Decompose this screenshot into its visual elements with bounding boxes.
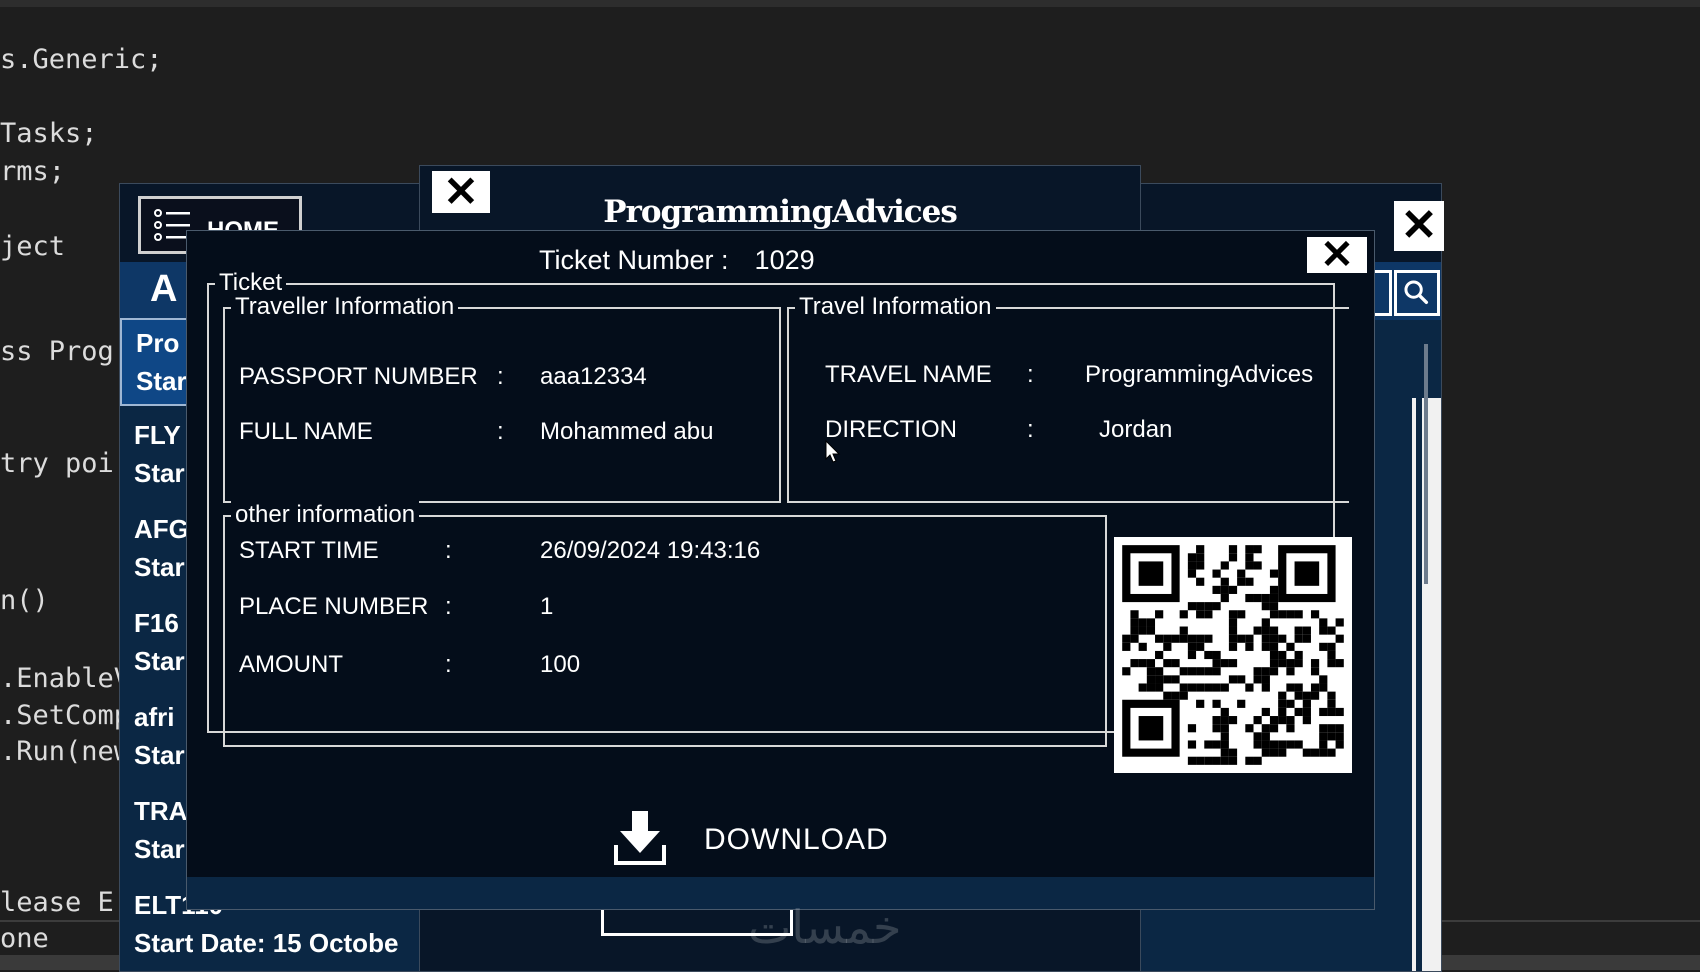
other-info-title: other information xyxy=(231,501,420,529)
mid-window-title: ProgrammingAdvices xyxy=(603,194,958,230)
ticket-number-label: Ticket Number : xyxy=(539,245,729,275)
code-line: ject xyxy=(0,231,66,262)
flight-item-start: Star xyxy=(134,834,185,864)
full-name-label: FULL NAME xyxy=(239,418,373,445)
place-number-label: PLACE NUMBER xyxy=(239,593,429,620)
code-line: .EnableV xyxy=(0,663,131,694)
watermark-text: خمسات xyxy=(748,900,902,954)
full-name-value: Mohammed abu xyxy=(540,418,714,445)
search-icon xyxy=(1404,280,1429,305)
flight-item-start: Star xyxy=(134,458,185,488)
travel-info-title: Travel Information xyxy=(795,293,996,321)
flight-item-title: Pro xyxy=(136,328,180,358)
flight-item-start: Star xyxy=(136,366,187,396)
full-name-colon: : xyxy=(497,418,504,445)
travel-name-colon: : xyxy=(1027,361,1034,388)
amount-value: 100 xyxy=(540,651,581,678)
ticket-number-header: Ticket Number : 1029 xyxy=(539,245,815,276)
search-button[interactable] xyxy=(1394,270,1440,316)
travel-info-group: Travel Information TRAVEL NAME : Program… xyxy=(787,293,1349,503)
mouse-cursor-icon xyxy=(825,440,841,463)
start-time-label: START TIME xyxy=(239,537,379,564)
direction-value: Jordan xyxy=(1099,416,1173,443)
traveller-info-title: Traveller Information xyxy=(231,293,459,321)
code-line: Tasks; xyxy=(0,118,98,149)
direction-colon: : xyxy=(1027,416,1034,443)
download-label: DOWNLOAD xyxy=(704,823,889,856)
start-time-colon: : xyxy=(445,537,452,564)
editor-top-bar xyxy=(0,0,1700,7)
direction-label: DIRECTION xyxy=(825,416,957,443)
list-title-fragment: A xyxy=(150,268,178,310)
other-info-group: other information START TIME : 26/09/202… xyxy=(223,501,1107,747)
flight-item-title: afri xyxy=(134,702,175,732)
flight-item-start: Star xyxy=(134,552,185,582)
traveller-info-group: Traveller Information PASSPORT NUMBER : … xyxy=(223,293,781,503)
download-button[interactable]: DOWNLOAD xyxy=(612,809,912,869)
ticket-close-button[interactable]: ✕ xyxy=(1307,235,1367,275)
passport-number-label: PASSPORT NUMBER xyxy=(239,363,478,390)
code-line: lease E xyxy=(0,887,114,918)
amount-colon: : xyxy=(445,651,452,678)
place-number-colon: : xyxy=(445,593,452,620)
code-line: one xyxy=(0,923,49,954)
scrollbar-thumb[interactable] xyxy=(1424,344,1428,584)
download-icon xyxy=(614,811,666,865)
ticket-dialog: ✕ Ticket Number :1029 Ticket Traveller I… xyxy=(186,230,1375,910)
qr-code-image xyxy=(1114,537,1352,773)
list-close-button[interactable]: ✕ xyxy=(1394,201,1444,251)
code-line: s.Generic; xyxy=(0,44,163,75)
travel-name-value: ProgrammingAdvices xyxy=(1085,361,1314,388)
code-line: try poi xyxy=(0,448,114,479)
code-line: .SetComp xyxy=(0,700,131,731)
flight-item-title: F16 xyxy=(134,608,179,638)
start-time-value: 26/09/2024 19:43:16 xyxy=(540,537,761,564)
passport-number-value: aaa12334 xyxy=(540,363,647,390)
flight-item-title: AFG xyxy=(134,514,189,544)
flight-item-start: Star xyxy=(134,646,185,676)
flight-item-start: Star xyxy=(134,740,185,770)
ticket-number-value: 1029 xyxy=(754,245,815,275)
flight-item-start: Start Date: 15 Octobe xyxy=(134,928,399,958)
code-line: n() xyxy=(0,585,49,616)
amount-label: AMOUNT xyxy=(239,651,343,678)
flight-item-title: TRA xyxy=(134,796,188,826)
place-number-value: 1 xyxy=(540,593,554,620)
flight-item-title: FLY xyxy=(134,420,181,450)
code-line: rms; xyxy=(0,156,66,187)
passport-colon: : xyxy=(497,363,504,390)
code-line: ss Prog xyxy=(0,336,114,367)
travel-name-label: TRAVEL NAME xyxy=(825,361,992,388)
code-line: .Run(new xyxy=(0,736,131,767)
